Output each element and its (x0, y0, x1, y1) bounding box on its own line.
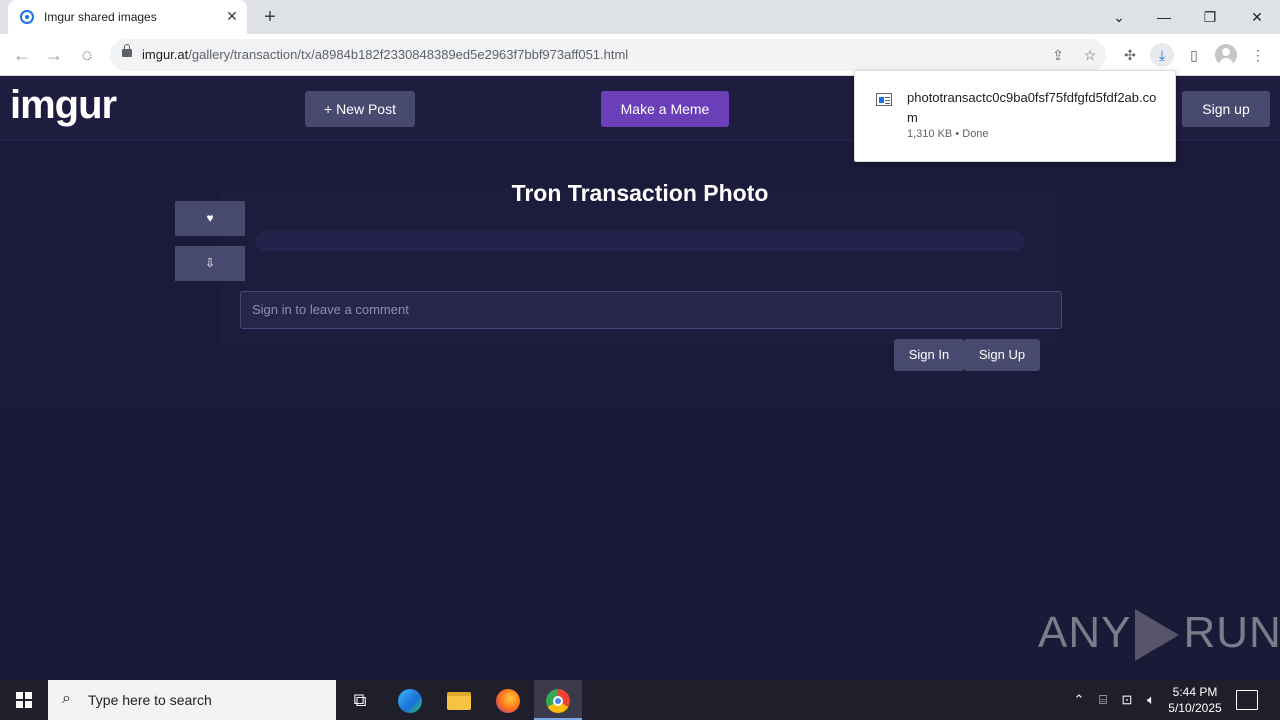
firefox-icon (496, 689, 520, 714)
make-meme-button[interactable]: Make a Meme (601, 91, 729, 127)
chrome-taskbar-button[interactable] (534, 680, 582, 720)
sign-up-button[interactable]: Sign Up (964, 339, 1040, 371)
edge-icon (398, 689, 422, 714)
search-placeholder: Type here to search (88, 692, 212, 708)
start-button[interactable] (0, 680, 48, 720)
minimize-icon[interactable]: — (1152, 5, 1176, 29)
extensions-icon[interactable]: ✣ (1118, 43, 1142, 67)
firefox-taskbar-button[interactable] (484, 680, 532, 720)
back-arrow-icon[interactable]: ← (10, 43, 34, 67)
imgur-favicon-icon (20, 10, 34, 24)
chrome-icon (546, 689, 570, 714)
taskbar-clock[interactable]: 5:44 PM 5/10/2025 (1162, 684, 1228, 716)
share-icon[interactable]: ⇪ (1048, 45, 1068, 65)
forward-arrow-icon[interactable]: → (42, 43, 66, 67)
download-status: 1,310 KB • Done (907, 128, 989, 140)
star-icon[interactable]: ☆ (1080, 45, 1100, 65)
folder-icon (447, 692, 471, 711)
task-view-icon[interactable]: ⧉ (336, 680, 384, 720)
sign-in-button[interactable]: Sign In (894, 339, 964, 371)
download-filename[interactable]: phototransactc0c9ba0fsf75fdfgfd5fdf2ab.c… (907, 88, 1162, 128)
download-arrow-icon: ⇩ (204, 256, 216, 270)
heart-icon: ♥ (206, 211, 214, 225)
browser-tab-active[interactable]: Imgur shared images ✕ (8, 0, 247, 34)
lock-icon[interactable] (122, 44, 132, 57)
restore-icon[interactable]: ❐ (1198, 5, 1222, 29)
menu-icon[interactable]: ⋮ (1246, 43, 1270, 67)
download-post-button[interactable]: ⇩ (175, 246, 245, 281)
network-icon[interactable]: ⊡ (1117, 690, 1137, 710)
url-text[interactable]: imgur.at/gallery/transaction/tx/a8984b18… (142, 47, 628, 62)
play-logo-icon (1135, 609, 1180, 662)
browser-tab-bar: Imgur shared images ✕ + ⌄ — ❐ ✕ (0, 0, 1280, 34)
image-loading-placeholder (255, 231, 1025, 251)
new-tab-button[interactable]: + (258, 5, 282, 29)
edge-taskbar-button[interactable] (386, 680, 434, 720)
side-panel-icon[interactable]: ▯ (1182, 43, 1206, 67)
file-explorer-taskbar-button[interactable] (435, 680, 483, 720)
new-post-button[interactable]: + New Post (305, 91, 415, 127)
download-icon[interactable]: ⤓ (1150, 43, 1174, 67)
comment-input[interactable]: Sign in to leave a comment (240, 291, 1062, 329)
tray-chevron-up-icon[interactable]: ⌃ (1069, 690, 1089, 710)
header-sign-up-button[interactable]: Sign up (1182, 91, 1270, 127)
notification-icon[interactable] (1236, 690, 1258, 710)
profile-icon[interactable] (1215, 44, 1237, 66)
close-window-icon[interactable]: ✕ (1245, 5, 1269, 29)
favorite-button[interactable]: ♥ (175, 201, 245, 236)
tab-title: Imgur shared images (44, 10, 157, 24)
imgur-logo[interactable]: imgur (10, 83, 117, 128)
volume-icon[interactable]: 🔈︎ (1141, 690, 1161, 710)
windows-logo-icon (16, 692, 32, 708)
address-bar[interactable]: imgur.at/gallery/transaction/tx/a8984b18… (110, 39, 1106, 71)
stop-loading-icon[interactable]: ◌ (75, 43, 99, 67)
page-content: imgur + New Post Make a Meme Sign up Tro… (0, 77, 1280, 680)
tray-device-icon[interactable]: ⌸ (1093, 690, 1113, 710)
file-icon (876, 93, 892, 106)
taskbar-search-input[interactable]: ⌕ Type here to search (48, 680, 336, 720)
windows-taskbar: ⌕ Type here to search ⧉ ⌃ ⌸ ⊡ 🔈︎ 5:44 PM… (0, 680, 1280, 720)
download-bubble: phototransactc0c9ba0fsf75fdfgfd5fdf2ab.c… (854, 70, 1176, 162)
search-icon: ⌕ (62, 690, 71, 707)
tab-close-icon[interactable]: ✕ (223, 7, 241, 25)
anyrun-watermark: ANY RUN (1038, 608, 1280, 662)
tab-search-chevron-icon[interactable]: ⌄ (1107, 5, 1131, 29)
